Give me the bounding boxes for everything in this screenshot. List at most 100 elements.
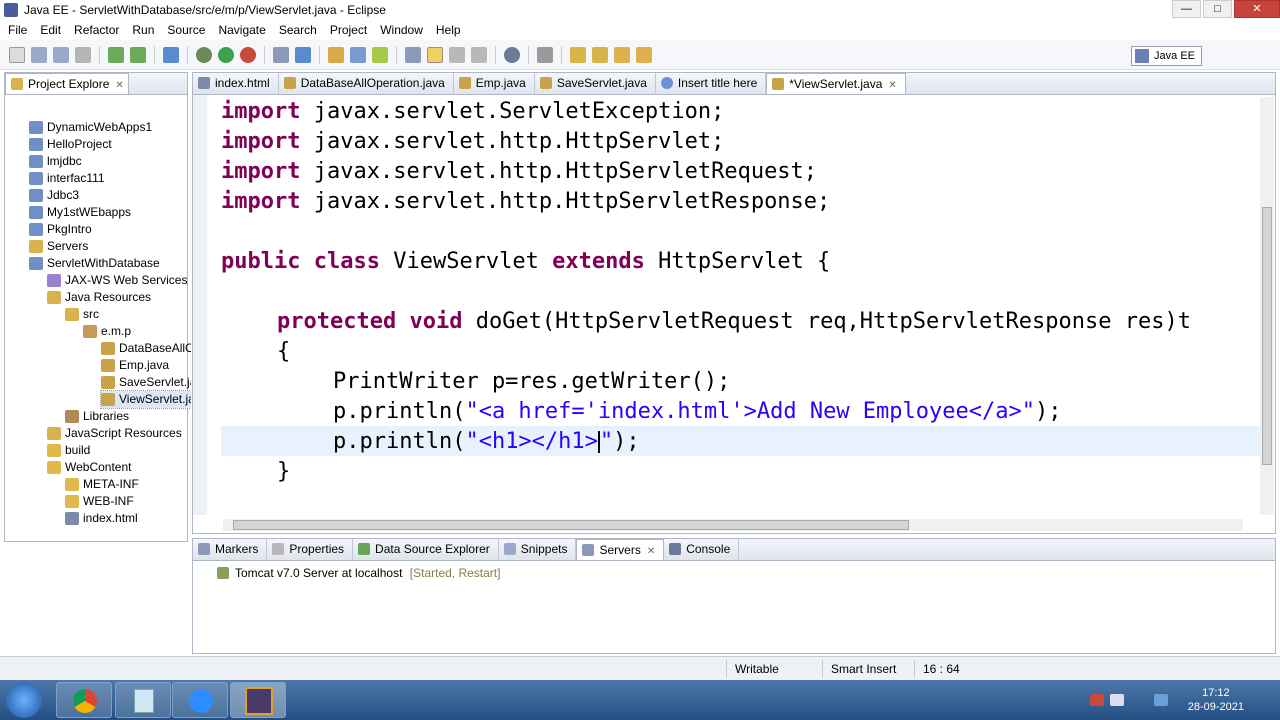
tree-item[interactable]: My1stWEbapps: [29, 204, 131, 221]
system-clock[interactable]: 17:12 28-09-2021: [1188, 686, 1244, 714]
tree-item[interactable]: PkgIntro: [29, 221, 92, 238]
scroll-thumb[interactable]: [233, 520, 909, 530]
tab-index-html[interactable]: index.html: [193, 73, 279, 94]
tree-item[interactable]: Libraries: [65, 408, 129, 425]
tab-markers[interactable]: Markers: [193, 539, 268, 560]
maximize-button[interactable]: □: [1203, 0, 1232, 18]
menu-project[interactable]: Project: [322, 23, 372, 37]
tree-item[interactable]: Java Resources: [47, 289, 151, 306]
chrome-taskbar-button[interactable]: [56, 682, 112, 718]
new-icon[interactable]: [9, 46, 25, 63]
tree-item[interactable]: Jdbc3: [29, 187, 79, 204]
tree-item[interactable]: e.m.p: [83, 323, 131, 340]
menu-help[interactable]: Help: [428, 23, 466, 37]
run-icon[interactable]: [218, 46, 234, 63]
menu-run[interactable]: Run: [124, 23, 159, 37]
horizontal-scrollbar[interactable]: [223, 519, 1243, 531]
tree-item[interactable]: Emp.java: [101, 357, 169, 374]
tree-item[interactable]: Servers: [29, 238, 88, 255]
menu-file[interactable]: File: [0, 23, 32, 37]
perspective-java-ee[interactable]: Java EE: [1131, 46, 1202, 66]
title-bar: Java EE - ServletWithDatabase/src/e/m/p/…: [0, 0, 1280, 20]
block-selection-icon[interactable]: [449, 46, 465, 63]
open-task-icon[interactable]: [350, 46, 366, 63]
annotation-icon[interactable]: [405, 46, 421, 63]
tree-item[interactable]: SaveServlet.ja: [101, 374, 191, 391]
tree-item[interactable]: index.html: [65, 510, 138, 527]
save-icon[interactable]: [31, 46, 47, 63]
tab-servers[interactable]: Servers ✕: [576, 539, 665, 560]
new-server-icon[interactable]: [273, 46, 289, 63]
tree-item[interactable]: JAX-WS Web Services: [47, 272, 187, 289]
tab-project-explorer[interactable]: Project Explore ✕: [5, 73, 129, 94]
minimize-button[interactable]: —: [1172, 0, 1201, 18]
close-icon[interactable]: ✕: [647, 546, 655, 557]
menu-source[interactable]: Source: [159, 23, 210, 37]
tree-item[interactable]: build: [47, 442, 90, 459]
tab-snippets[interactable]: Snippets: [499, 539, 577, 560]
tab-save-servlet[interactable]: SaveServlet.java: [535, 73, 656, 94]
search-icon[interactable]: [372, 46, 388, 63]
eclipse-taskbar-button[interactable]: [230, 682, 286, 718]
back-icon[interactable]: [614, 46, 630, 63]
new-java-project-icon[interactable]: [295, 46, 311, 63]
scroll-thumb[interactable]: [1262, 207, 1272, 465]
tree-item[interactable]: src: [65, 306, 99, 323]
vertical-scrollbar[interactable]: [1260, 97, 1274, 515]
tree-item[interactable]: WEB-INF: [65, 493, 134, 510]
notepad-taskbar-button[interactable]: [115, 682, 171, 718]
java-source-code[interactable]: import javax.servlet.ServletException; i…: [221, 95, 1263, 515]
show-whitespace-icon[interactable]: [471, 46, 487, 63]
tree-item[interactable]: DynamicWebApps1: [29, 119, 152, 136]
tab-database-all-operation[interactable]: DataBaseAllOperation.java: [279, 73, 454, 94]
open-type-icon[interactable]: [328, 46, 344, 63]
tree-item[interactable]: lmjdbc: [29, 153, 82, 170]
project-icon: [29, 189, 43, 202]
start-button[interactable]: [6, 682, 42, 718]
project-explorer-panel: Project Explore ✕ DynamicWebApps1 HelloPr…: [4, 72, 191, 542]
tree-item[interactable]: WebContent: [47, 459, 132, 476]
browser-icon: [660, 77, 673, 89]
save-all-icon[interactable]: [53, 46, 69, 63]
external-tools-icon[interactable]: [240, 46, 256, 63]
tab-view-servlet[interactable]: *ViewServlet.java ✕: [766, 73, 906, 94]
mark-occurrences-icon[interactable]: [427, 46, 443, 63]
tab-data-source-explorer[interactable]: Data Source Explorer: [353, 539, 499, 560]
build-icon[interactable]: [108, 46, 124, 63]
project-icon: [29, 257, 43, 270]
next-annotation-icon[interactable]: [570, 46, 586, 63]
tab-insert-title-here[interactable]: Insert title here: [656, 73, 767, 94]
network-icon[interactable]: [1090, 694, 1104, 706]
menu-window[interactable]: Window: [372, 23, 428, 37]
tab-console[interactable]: Console: [664, 539, 740, 560]
web-browser-icon[interactable]: [504, 46, 520, 63]
tree-item[interactable]: interfac111: [29, 170, 105, 187]
tree-item[interactable]: JavaScript Resources: [47, 425, 182, 442]
zoom-taskbar-button[interactable]: [172, 682, 228, 718]
forward-icon[interactable]: [636, 46, 652, 63]
volume-icon[interactable]: [1110, 694, 1124, 706]
menu-edit[interactable]: Edit: [32, 23, 66, 37]
pin-icon[interactable]: [537, 46, 553, 63]
menu-refactor[interactable]: Refactor: [66, 23, 124, 37]
tree-item-selected[interactable]: ViewServlet.ja: [100, 390, 191, 409]
task-icon[interactable]: [163, 46, 179, 63]
tree-item[interactable]: HelloProject: [29, 136, 112, 153]
server-entry[interactable]: Tomcat v7.0 Server at localhost [Started…: [217, 565, 500, 581]
close-button[interactable]: ✕: [1234, 0, 1280, 18]
debug-icon[interactable]: [196, 46, 212, 63]
close-icon[interactable]: ✕: [888, 80, 896, 91]
close-icon[interactable]: ✕: [115, 80, 123, 91]
print-icon[interactable]: [75, 46, 91, 63]
menu-navigate[interactable]: Navigate: [210, 23, 270, 37]
tree-item[interactable]: ServletWithDatabase: [29, 255, 160, 272]
tab-properties[interactable]: Properties: [267, 539, 354, 560]
code-area[interactable]: import javax.servlet.ServletException; i…: [193, 95, 1275, 515]
tree-item[interactable]: META-INF: [65, 476, 139, 493]
build-all-icon[interactable]: [130, 46, 146, 63]
previous-annotation-icon[interactable]: [592, 46, 608, 63]
tab-emp-java[interactable]: Emp.java: [454, 73, 535, 94]
menu-search[interactable]: Search: [271, 23, 322, 37]
tree-item[interactable]: DataBaseAllO: [101, 340, 191, 357]
tray-app-icon[interactable]: [1154, 694, 1168, 706]
